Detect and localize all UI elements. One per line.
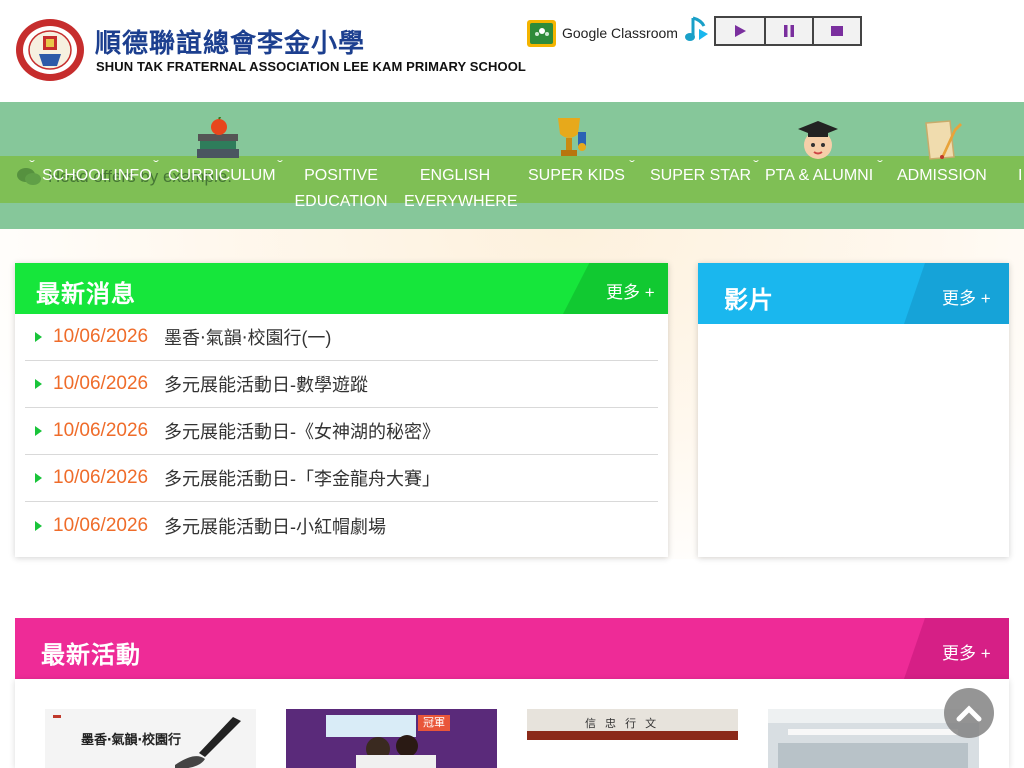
news-date: 10/06/2026 — [53, 467, 149, 488]
chevron-down-icon: ˇ — [29, 158, 35, 172]
google-classroom-icon — [527, 19, 556, 47]
news-panel: 最新消息 更多 + 10/06/2026 墨香‧氣韻‧校園行(一) 10/06/… — [15, 263, 668, 557]
chevron-down-icon: ˇ — [877, 158, 883, 172]
nav-more-truncated[interactable]: I — [1018, 163, 1022, 189]
graduate-icon — [798, 121, 838, 159]
activity-thumbnail[interactable]: 信 忠 行 文 — [527, 709, 738, 740]
video-header: 影片 更多 + — [698, 263, 1009, 324]
nav-label-line2: EDUCATION — [294, 193, 388, 210]
school-logo-icon[interactable] — [15, 18, 85, 82]
chevron-down-icon: ˇ — [753, 158, 759, 172]
stop-button[interactable] — [812, 16, 862, 46]
school-name-zh: 順德聯誼總會李金小學 — [95, 29, 366, 59]
news-list: 10/06/2026 墨香‧氣韻‧校園行(一) 10/06/2026 多元展能活… — [25, 314, 658, 549]
news-title-text: 墨香‧氣韻‧校園行(一) — [164, 328, 332, 348]
hall — [778, 743, 968, 768]
bullet-triangle-icon — [35, 379, 42, 389]
nav-label-line2: EVERYWHERE — [404, 193, 518, 210]
activities-more-link[interactable]: 更多 + — [942, 639, 991, 664]
nav-label: SCHOOL INFO — [42, 167, 152, 184]
video-more-link[interactable]: 更多 + — [942, 284, 991, 309]
lights — [788, 729, 958, 735]
nav-top-band — [0, 102, 1024, 156]
news-date: 10/06/2026 — [53, 326, 149, 347]
news-title-text: 多元展能活動日-數學遊蹤 — [164, 375, 368, 395]
news-item[interactable]: 10/06/2026 多元展能活動日-小紅帽劇場 — [25, 502, 658, 549]
news-title-text: 多元展能活動日-《女神湖的秘密》 — [164, 422, 440, 442]
bullet-triangle-icon — [35, 332, 42, 342]
chevron-down-icon: ˇ — [153, 158, 159, 172]
scroll-pen-icon — [925, 120, 962, 160]
news-date: 10/06/2026 — [53, 373, 149, 394]
news-title-text: 多元展能活動日-「李金龍舟大賽」 — [164, 469, 440, 489]
news-more-link[interactable]: 更多 + — [606, 278, 655, 303]
nav-curriculum[interactable]: CURRICULUM — [168, 163, 276, 189]
person-head — [396, 735, 418, 757]
bullet-triangle-icon — [35, 520, 42, 531]
nav-super-kids[interactable]: SUPER KIDS — [528, 163, 625, 189]
nav-label: SUPER STAR — [650, 167, 752, 184]
bullet-triangle-icon — [35, 426, 42, 436]
school-name-en: SHUN TAK FRATERNAL ASSOCIATION LEE KAM P… — [96, 59, 526, 74]
scroll-to-top-button[interactable] — [944, 688, 994, 738]
audio-player — [714, 16, 862, 46]
nav-label: ENGLISH — [419, 167, 491, 184]
pause-button[interactable] — [764, 16, 814, 46]
pause-icon — [784, 25, 794, 37]
music-note-icon — [685, 16, 708, 41]
nav-label: CURRICULUM — [168, 167, 276, 184]
shirts — [356, 755, 436, 768]
nav-english-everywhere[interactable]: ENGLISH EVERYWHERE — [404, 163, 518, 215]
brush-image — [175, 717, 241, 768]
activity-thumbnail[interactable]: 墨香‧氣韻‧校園行 — [45, 709, 256, 768]
news-item[interactable]: 10/06/2026 多元展能活動日-「李金龍舟大賽」 — [25, 455, 658, 502]
stage-edge — [527, 731, 738, 740]
news-item[interactable]: 10/06/2026 多元展能活動日-數學遊蹤 — [25, 361, 658, 408]
chevron-down-icon: ˇ — [277, 158, 283, 172]
thumb-banner — [326, 715, 416, 737]
activities-title: 最新活動 — [41, 642, 141, 669]
nav-label: SUPER KIDS — [528, 167, 625, 184]
chevron-down-icon: ˇ — [629, 158, 635, 172]
play-icon — [735, 25, 746, 37]
site-header: 順德聯誼總會李金小學 SHUN TAK FRATERNAL ASSOCIATIO… — [0, 0, 1024, 102]
nav-label: PTA & ALUMNI — [765, 167, 874, 184]
apple-books-icon — [197, 117, 239, 158]
stop-icon — [831, 26, 843, 36]
news-date: 10/06/2026 — [53, 420, 149, 441]
news-date: 10/06/2026 — [53, 514, 149, 536]
thumb-mark — [53, 715, 61, 718]
nav-label: POSITIVE — [304, 167, 378, 184]
play-button[interactable] — [714, 16, 766, 46]
activity-thumbnail[interactable]: 冠軍 — [286, 709, 497, 768]
nav-super-star[interactable]: SUPER STAR — [650, 163, 751, 189]
video-panel: 影片 更多 + — [698, 263, 1009, 557]
nav-label: I — [1018, 167, 1023, 184]
news-header: 最新消息 更多 + — [15, 263, 668, 314]
google-classroom-link[interactable]: Google Classroom — [527, 19, 678, 47]
bullet-triangle-icon — [35, 473, 42, 483]
nav-school-info[interactable]: SCHOOL INFO — [42, 163, 152, 189]
news-item[interactable]: 10/06/2026 多元展能活動日-《女神湖的秘密》 — [25, 408, 658, 455]
nav-pta-alumni[interactable]: PTA & ALUMNI — [765, 163, 873, 189]
news-item[interactable]: 10/06/2026 墨香‧氣韻‧校園行(一) — [25, 314, 658, 361]
thumb-sign: 信 忠 行 文 — [585, 718, 660, 730]
news-title: 最新消息 — [36, 281, 136, 308]
winner-badge: 冠軍 — [418, 715, 450, 731]
news-title-text: 多元展能活動日-小紅帽劇場 — [164, 516, 386, 537]
video-title: 影片 — [724, 287, 774, 314]
activities-header: 最新活動 更多 + — [15, 618, 1009, 679]
nav-label: ADMISSION — [897, 167, 987, 184]
google-classroom-label: Google Classroom — [562, 25, 678, 41]
nav-positive-education[interactable]: POSITIVE EDUCATION — [290, 163, 392, 215]
chevron-up-icon — [956, 705, 982, 722]
nav-admission[interactable]: ADMISSION — [897, 163, 987, 189]
trophy-icon — [558, 118, 586, 156]
